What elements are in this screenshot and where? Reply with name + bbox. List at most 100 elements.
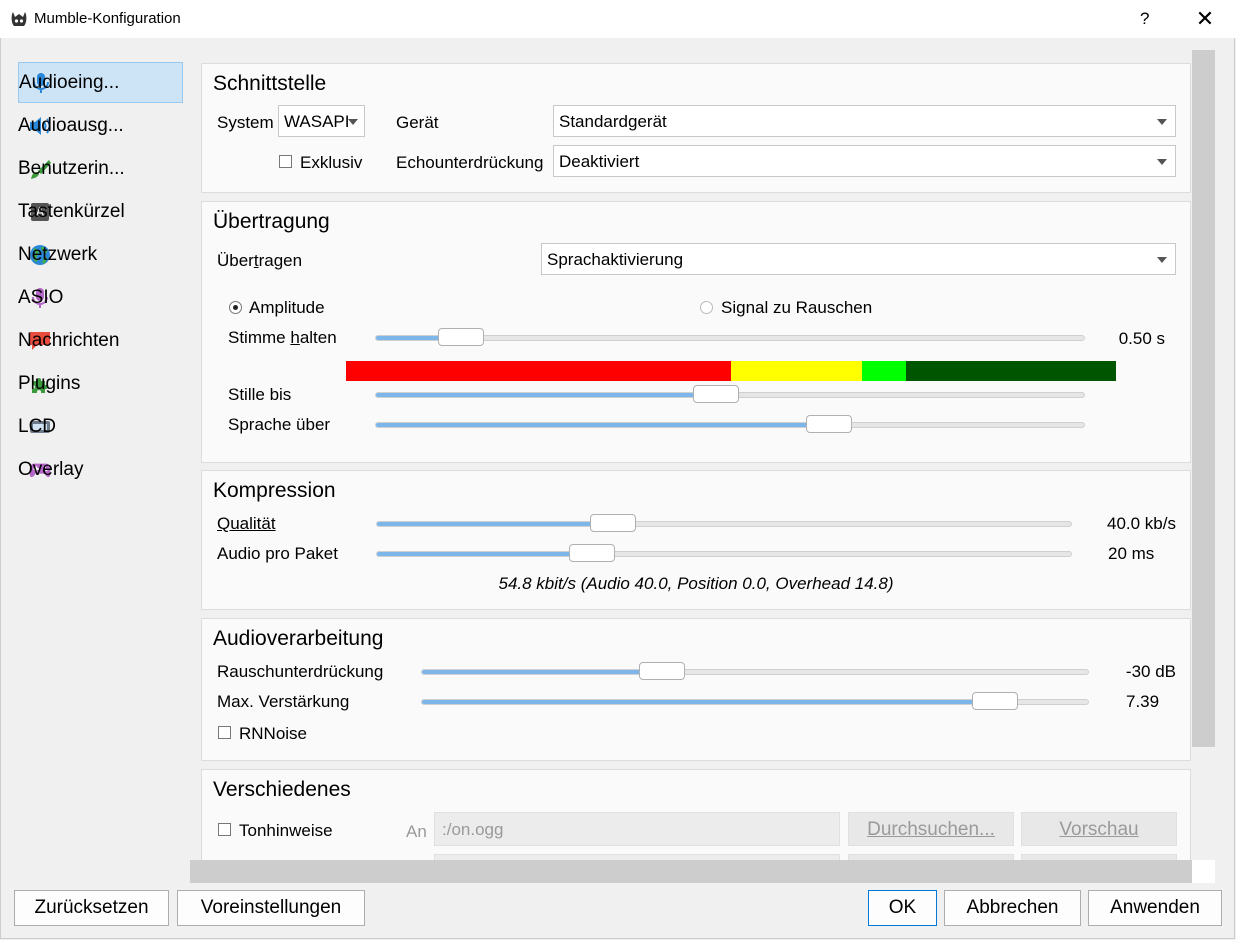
sidebar-item-lcd[interactable]: LCD: [18, 406, 183, 447]
noise-value: -30 dB: [1125, 662, 1176, 681]
sidebar-item-label: Benutzerin...: [18, 157, 125, 179]
chevron-down-icon: [1157, 119, 1167, 125]
sidebar-item-label: Netzwerk: [18, 243, 98, 265]
hold-slider-handle[interactable]: [437, 328, 484, 346]
silence-slider[interactable]: [375, 385, 1085, 403]
transmission-group: Übertragung Übertragen Sprachaktivierung…: [201, 201, 1191, 463]
amplitude-radio[interactable]: [229, 301, 242, 314]
exclusive-checkbox[interactable]: [279, 155, 292, 168]
sidebar-item-label: Overlay: [18, 458, 84, 480]
sidebar-item-audio-output[interactable]: Audioausg...: [18, 105, 183, 146]
sidebar-item-asio[interactable]: ASIO: [18, 277, 183, 318]
preview-button[interactable]: Vorschau: [1021, 812, 1177, 846]
sidebar-item-label: Tastenkürzel: [18, 200, 125, 222]
exclusive-label: Exklusiv: [300, 153, 363, 172]
noise-label: Rauschunterdrückung: [217, 662, 384, 681]
compression-group: Kompression Qualität 40.0 kb/s Audio pro…: [201, 470, 1191, 610]
quality-value: 40.0 kb/s: [1107, 514, 1176, 533]
sidebar-item-label: ASIO: [18, 286, 64, 308]
close-button[interactable]: ✕: [1190, 4, 1220, 34]
sidebar-item-label: Nachrichten: [18, 329, 120, 351]
sidebar-item-label: LCD: [18, 415, 57, 437]
frames-value: 20 ms: [1108, 544, 1155, 563]
defaults-button[interactable]: Voreinstellungen: [177, 890, 365, 926]
browse-button[interactable]: Durchsuchen...: [848, 812, 1014, 846]
system-value: WASAPI: [284, 112, 350, 131]
vertical-scrollbar[interactable]: [1192, 50, 1215, 860]
horizontal-scrollbar[interactable]: [190, 860, 1192, 883]
hold-slider[interactable]: [375, 328, 1085, 346]
echo-label: Echounterdrückung: [396, 153, 544, 172]
quality-slider-handle[interactable]: [589, 514, 636, 532]
ok-button[interactable]: OK: [868, 890, 937, 926]
vertical-scrollbar-thumb[interactable]: [1192, 50, 1215, 747]
transmission-title: Übertragung: [213, 210, 330, 233]
on-file-value: :/on.ogg: [442, 820, 504, 839]
noise-slider-handle[interactable]: [638, 662, 685, 680]
speech-label: Sprache über: [228, 415, 331, 434]
sidebar-item-messages[interactable]: Nachrichten: [18, 320, 183, 361]
cancel-button[interactable]: Abbrechen: [944, 890, 1081, 926]
meter-segment: [861, 361, 906, 381]
processing-group: Audioverarbeitung Rauschunterdrückung -3…: [201, 618, 1191, 761]
mumble-logo-icon: [11, 12, 27, 26]
transmit-select[interactable]: Sprachaktivierung: [541, 243, 1176, 275]
sidebar-item-user-interface[interactable]: Benutzerin...: [18, 148, 183, 189]
sidebar-item-plugins[interactable]: Plugins: [18, 363, 183, 404]
apply-button[interactable]: Anwenden: [1088, 890, 1222, 926]
echo-value: Deaktiviert: [559, 152, 640, 171]
system-label: System: [217, 113, 274, 132]
help-button[interactable]: ?: [1140, 9, 1149, 29]
settings-scroll-area[interactable]: Schnittstelle System WASAPI Gerät Standa…: [190, 50, 1192, 860]
meter-segment: [905, 361, 1116, 381]
meter-segment: [731, 361, 862, 381]
silence-slider-handle[interactable]: [692, 385, 739, 403]
meter-segment: [346, 361, 731, 381]
frames-slider-fill: [377, 552, 593, 556]
amp-slider[interactable]: [421, 692, 1089, 710]
speech-slider[interactable]: [375, 415, 1085, 433]
hold-label: Stimme halten: [228, 328, 337, 347]
device-select[interactable]: Standardgerät: [553, 105, 1176, 137]
frames-slider[interactable]: [376, 544, 1072, 562]
title-bar: Mumble-Konfiguration ? ✕: [0, 0, 1236, 38]
bitrate-summary: 54.8 kbit/s (Audio 40.0, Position 0.0, O…: [498, 574, 894, 593]
misc-group: Verschiedenes Tonhinweise An :/on.ogg Du…: [201, 769, 1191, 860]
quality-slider-fill: [377, 522, 613, 526]
device-label: Gerät: [396, 113, 439, 132]
echo-select[interactable]: Deaktiviert: [553, 145, 1176, 177]
snr-radio[interactable]: [700, 301, 713, 314]
amplitude-label: Amplitude: [249, 298, 325, 317]
rnnoise-checkbox[interactable]: [218, 726, 231, 739]
amp-label: Max. Verstärkung: [217, 692, 350, 711]
quality-slider[interactable]: [376, 514, 1072, 532]
amp-value: 7.39: [1126, 692, 1160, 711]
on-file-field[interactable]: :/on.ogg: [434, 812, 840, 846]
frames-slider-handle[interactable]: [569, 544, 616, 562]
hold-value: 0.50 s: [1118, 329, 1165, 348]
chevron-down-icon: [348, 119, 358, 125]
amp-slider-handle[interactable]: [971, 692, 1018, 710]
cues-label: Tonhinweise: [239, 821, 333, 840]
silence-slider-fill: [376, 393, 716, 397]
sidebar-item-shortcuts[interactable]: A Tastenkürzel: [18, 191, 183, 232]
quality-label: Qualität: [217, 514, 276, 533]
noise-slider-fill: [422, 670, 662, 674]
voice-activity-meter: [346, 361, 1116, 381]
system-select[interactable]: WASAPI: [278, 105, 365, 137]
silence-label: Stille bis: [228, 385, 292, 404]
amp-slider-fill: [422, 700, 995, 704]
speech-slider-handle[interactable]: [806, 415, 853, 433]
compression-title: Kompression: [213, 479, 336, 502]
rnnoise-label: RNNoise: [239, 724, 308, 743]
cues-checkbox[interactable]: [218, 823, 231, 836]
interface-title: Schnittstelle: [213, 72, 327, 95]
noise-slider[interactable]: [421, 662, 1089, 680]
misc-title: Verschiedenes: [213, 778, 351, 801]
reset-button[interactable]: Zurücksetzen: [14, 890, 169, 926]
sidebar-item-overlay[interactable]: Overlay: [18, 449, 183, 490]
sidebar-item-audio-input[interactable]: Audioeing...: [18, 62, 183, 103]
speech-slider-fill: [376, 423, 830, 427]
on-label: An: [406, 822, 427, 841]
sidebar-item-network[interactable]: Netzwerk: [18, 234, 183, 275]
